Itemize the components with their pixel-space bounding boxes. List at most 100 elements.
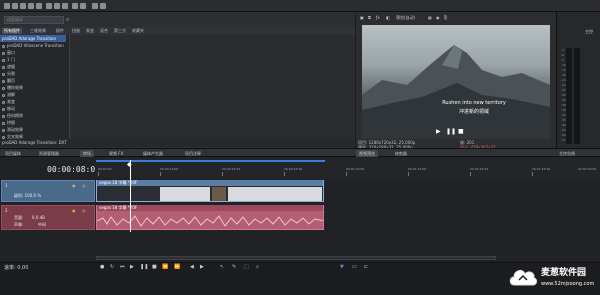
tab-master-bus[interactable]: 主控总线: [556, 150, 578, 157]
play-icon[interactable]: ▶: [130, 264, 134, 270]
tab-project-notes[interactable]: 项目注释: [182, 150, 204, 157]
master-meter-right: [574, 48, 580, 144]
pause-icon[interactable]: ❚❚: [140, 264, 148, 270]
tree-item[interactable]: 窗口: [2, 49, 15, 56]
paste-icon[interactable]: [62, 3, 68, 9]
preview-settings-icon[interactable]: ▣: [360, 15, 364, 21]
tab-third-party[interactable]: 第三方: [112, 28, 128, 34]
play-from-start-icon[interactable]: ⏮: [120, 264, 125, 270]
meter-tick: -39: [561, 108, 566, 112]
tab-media-generators[interactable]: 媒体产生器: [140, 150, 166, 157]
playhead-cursor[interactable]: [130, 160, 131, 232]
fx-icon[interactable]: ƒx: [376, 15, 380, 21]
render-icon[interactable]: [36, 3, 42, 9]
tab-trimmer[interactable]: 修剪器: [392, 150, 410, 157]
playhead-marker-icon[interactable]: ◆: [127, 161, 134, 168]
tab-video-fx[interactable]: 视频 FX: [106, 150, 126, 157]
video-level-label[interactable]: 级别: 100.0 %: [14, 193, 41, 199]
tab-favorites[interactable]: 收藏夹: [130, 28, 146, 34]
solo-icon[interactable]: ◎: [82, 208, 86, 213]
volume-value[interactable]: 0.0 dB: [32, 215, 45, 220]
split-icon[interactable]: ◧: [386, 15, 390, 21]
tab-all-plugins[interactable]: 所有插件: [2, 28, 22, 34]
tree-item[interactable]: 遮幅: [2, 63, 15, 70]
record-icon[interactable]: ●: [100, 264, 104, 270]
tree-item[interactable]: 分割: [2, 70, 15, 77]
pan-value[interactable]: 中间: [38, 222, 46, 228]
tree-item[interactable]: 径向擦除: [2, 112, 23, 119]
region-icon[interactable]: ▭: [352, 264, 357, 270]
selection-tool-icon[interactable]: ⬚: [244, 264, 249, 270]
search-input[interactable]: 搜索媒体: [4, 16, 64, 24]
search-icon[interactable]: ⌕: [66, 17, 72, 23]
bullet-icon: [2, 58, 5, 62]
tab-gradient[interactable]: 渐变: [84, 28, 96, 34]
tree-item[interactable]: 移动: [2, 105, 15, 112]
tree-item-label: 拼图: [7, 120, 15, 125]
pointer-tool-icon[interactable]: [92, 3, 98, 9]
envelope-edit-tool-icon[interactable]: ✎: [232, 264, 236, 270]
tab-plugins[interactable]: 插件: [54, 28, 66, 34]
tree-item[interactable]: 翻页: [2, 77, 15, 84]
tree-item-adorage[interactable]: proDAD Adorage Transition: [0, 35, 66, 42]
tree-item[interactable]: 爆炸效果: [2, 84, 23, 91]
tab-video-preview[interactable]: 视频预览: [356, 150, 378, 157]
normal-edit-tool-icon[interactable]: ↖: [220, 264, 224, 270]
copy-icon[interactable]: [54, 3, 60, 9]
snapshot-icon[interactable]: ◉: [436, 15, 440, 21]
ruler-label: 00:00:15:00: [160, 167, 179, 171]
new-icon[interactable]: [4, 3, 10, 9]
tree-item[interactable]: 溶解: [2, 91, 15, 98]
stop-icon[interactable]: ■: [152, 264, 157, 270]
copy-snapshot-icon[interactable]: ⎘: [444, 15, 447, 21]
prev-frame-icon[interactable]: ◀: [190, 264, 194, 270]
tab-distort[interactable]: 扭曲: [70, 28, 82, 34]
go-to-end-icon[interactable]: ⏩: [174, 264, 180, 270]
ruler-tick: [532, 172, 533, 176]
tab-blend[interactable]: 混合: [98, 28, 110, 34]
go-to-start-icon[interactable]: ⏪: [162, 264, 168, 270]
loop-icon[interactable]: ↻: [110, 264, 114, 270]
tab-transitions[interactable]: 转场: [80, 150, 94, 157]
tree-item[interactable]: 滑动效果: [2, 126, 23, 133]
rate-label: 速率: 0.00: [4, 265, 29, 271]
bullet-icon: [2, 107, 5, 111]
next-frame-icon[interactable]: ▶: [200, 264, 204, 270]
tree-item-vitascene[interactable]: proDAD Vitascene Transition: [2, 42, 64, 49]
pause-icon[interactable]: ❚❚: [446, 128, 456, 136]
envelope-tool-icon[interactable]: [100, 3, 106, 9]
preview-quality-dropdown[interactable]: 预览(自动): [396, 15, 415, 21]
properties-icon[interactable]: [28, 3, 34, 9]
mute-icon[interactable]: ◉: [72, 183, 76, 188]
zoom-tool-icon[interactable]: ⌕: [256, 264, 259, 270]
preview-device-icon[interactable]: ⧉: [368, 15, 371, 21]
tree-item[interactable]: 1 门: [2, 56, 15, 63]
solo-icon[interactable]: ◎: [82, 183, 86, 188]
tree-item-label: 移动: [7, 106, 15, 111]
tree-item[interactable]: 拼图: [2, 119, 15, 126]
tab-project-media[interactable]: 项目媒体: [2, 150, 24, 157]
open-icon[interactable]: [12, 3, 18, 9]
tab-explorer[interactable]: 资源管理器: [36, 150, 62, 157]
video-track-header[interactable]: 1 ◉ ◎ 级别: 100.0 %: [1, 180, 95, 202]
meter-tick: -12: [561, 63, 566, 67]
bullet-icon: [2, 100, 5, 104]
tree-item[interactable]: 渐变: [2, 98, 15, 105]
mute-icon[interactable]: ◉: [72, 208, 76, 213]
redo-icon[interactable]: [80, 3, 86, 9]
snapping-icon[interactable]: ⊏: [364, 264, 368, 270]
timecode-display: 00:00:08:01: [47, 165, 100, 174]
cut-icon[interactable]: [46, 3, 52, 9]
stop-icon[interactable]: ■: [458, 128, 464, 136]
play-icon[interactable]: ▶: [436, 128, 441, 136]
audio-track-header[interactable]: 2 ◉ ◎ 音量: 0.0 dB 声像: 中间: [1, 205, 95, 230]
save-icon[interactable]: [20, 3, 26, 9]
bullet-icon: [2, 65, 5, 69]
undo-icon[interactable]: [72, 3, 78, 9]
tree-item-label: 1 门: [7, 57, 15, 62]
overlay-icon[interactable]: ▦: [428, 15, 432, 21]
timeline-scrollbar[interactable]: [96, 256, 496, 260]
tab-3d-effects[interactable]: 三维效果: [28, 28, 48, 34]
marker-icon[interactable]: ▼: [340, 264, 344, 270]
ruler-label: 00:00:00: [98, 167, 112, 171]
